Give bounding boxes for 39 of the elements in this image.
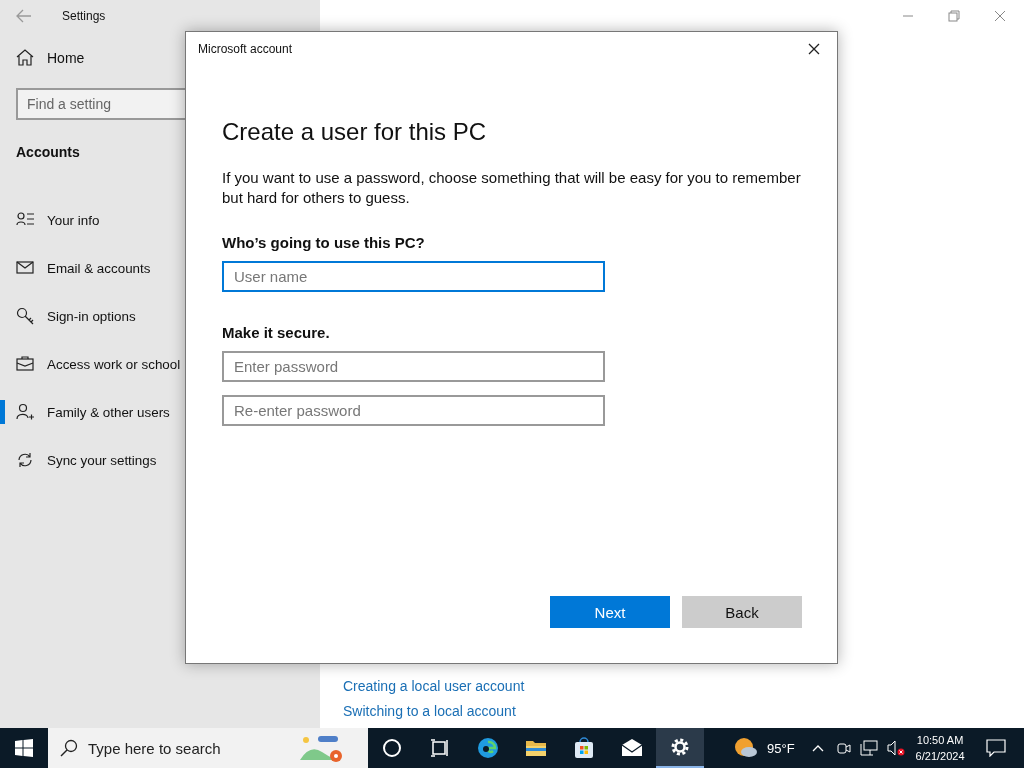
- back-button[interactable]: Back: [682, 596, 802, 628]
- home-nav-item[interactable]: Home: [16, 49, 85, 66]
- input-field[interactable]: Re-enter password: [222, 395, 605, 426]
- search-icon: [60, 739, 78, 757]
- network-icon[interactable]: [859, 740, 878, 756]
- weather-sun-cloud-icon[interactable]: [734, 737, 758, 759]
- close-icon[interactable]: [808, 43, 820, 55]
- shopping-bag-icon: [572, 736, 596, 760]
- person-plus-icon: [16, 403, 35, 421]
- muted-speaker-icon[interactable]: [886, 740, 905, 756]
- windows-logo-icon[interactable]: [15, 739, 33, 757]
- search-field[interactable]: Type here to search: [86, 738, 290, 758]
- dialog-title: Microsoft account: [198, 42, 293, 56]
- search-box[interactable]: Type here to search: [48, 728, 368, 768]
- description: If you want to use a password, choose something that will be easy for you to remember but hard for others to guess.: [222, 168, 802, 208]
- key-icon: [16, 307, 35, 325]
- field-label: Make it secure.: [222, 324, 330, 341]
- dialog-heading: Create a user for this PC: [222, 118, 487, 146]
- field-label: Who’s going to use this PC?: [222, 234, 425, 251]
- envelope-icon: [16, 259, 35, 277]
- sidebar-item[interactable]: Sync your settings: [0, 436, 320, 484]
- sync-icon: [16, 451, 35, 469]
- notification-icon[interactable]: [985, 739, 1006, 757]
- briefcase-icon: [16, 355, 35, 373]
- taskbar-app-button[interactable]: [656, 728, 704, 768]
- next-button[interactable]: Next: [550, 596, 670, 628]
- temperature[interactable]: 95°F: [767, 740, 795, 756]
- edge-icon: [476, 736, 500, 760]
- section-heading: Accounts: [16, 144, 80, 160]
- clock[interactable]: 10:50 AM 6/21/2024: [915, 732, 965, 764]
- input-field[interactable]: Enter password: [222, 351, 605, 382]
- circle-icon: [380, 736, 404, 760]
- camera-icon[interactable]: [836, 740, 851, 756]
- input-field[interactable]: User name: [222, 261, 605, 292]
- home-icon: [16, 49, 34, 66]
- help-link[interactable]: Creating a local user account: [343, 678, 525, 694]
- help-link[interactable]: Switching to a local account: [343, 703, 516, 719]
- window-title: Settings: [62, 9, 106, 23]
- chevron-up-icon[interactable]: [811, 744, 824, 752]
